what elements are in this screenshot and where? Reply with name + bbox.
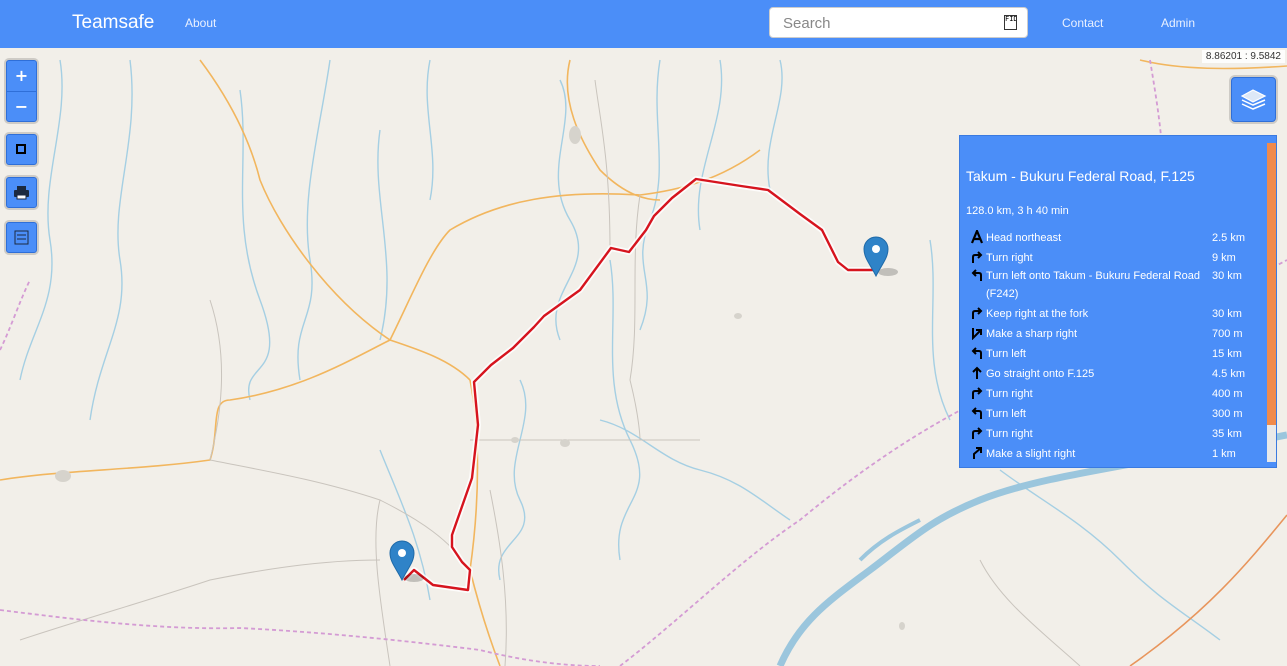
turn-right-icon	[970, 250, 984, 264]
instruction-text: Turn right	[986, 388, 1033, 400]
slight-right-icon	[970, 446, 984, 460]
instruction-text: Turn left	[986, 348, 1026, 360]
route-summary: 128.0 km, 3 h 40 min	[966, 205, 1069, 217]
instruction-text: Go straight onto F.125	[986, 368, 1095, 380]
panel-scrollbar-thumb[interactable]	[1267, 143, 1276, 425]
zoom-in-button[interactable]: +	[7, 61, 36, 91]
turn-right-icon	[970, 386, 984, 400]
instruction-distance: 300 m	[1212, 408, 1243, 420]
zoom-control: + −	[6, 60, 37, 122]
coordinate-readout: 8.86201 : 9.5842	[1201, 50, 1285, 63]
layers-button[interactable]	[1231, 77, 1276, 122]
instruction-distance: 30 km	[1212, 308, 1242, 320]
instruction-text: Turn left onto Takum - Bukuru Federal Ro…	[986, 270, 1200, 300]
turn-left-icon	[970, 406, 984, 420]
instruction-distance: 35 km	[1212, 428, 1242, 440]
nav-contact-link[interactable]: Contact	[1062, 16, 1103, 30]
turn-right-icon	[970, 306, 984, 320]
print-button[interactable]	[6, 177, 37, 208]
instruction-text: Turn left	[986, 408, 1026, 420]
draw-rectangle-button[interactable]	[6, 134, 37, 165]
depart-icon	[970, 228, 984, 244]
instruction-text: Head northeast	[986, 232, 1062, 244]
instruction-text: Make a sharp right	[986, 328, 1078, 340]
nav-admin-link[interactable]: Admin	[1161, 16, 1195, 30]
instruction-distance: 700 m	[1212, 328, 1243, 340]
nav-about-link[interactable]: About	[185, 16, 216, 30]
turn-left-icon	[970, 268, 984, 282]
instruction-text: Make a slight right	[986, 448, 1076, 460]
sharp-right-icon	[970, 326, 984, 341]
search-input[interactable]	[781, 14, 995, 33]
navbar: Teamsafe About FIDB Contact Admin	[0, 0, 1287, 48]
instruction-distance: 30 km	[1212, 270, 1242, 282]
instruction-distance: 9 km	[1212, 252, 1236, 264]
layers-icon	[1240, 89, 1267, 110]
export-icon	[14, 230, 29, 245]
route-title: Takum - Bukuru Federal Road, F.125	[966, 168, 1195, 184]
instruction-row[interactable]: Turn left onto Takum - Bukuru Federal Ro…	[960, 267, 1260, 303]
panel-scrollbar[interactable]	[1267, 143, 1276, 462]
zoom-out-button[interactable]: −	[7, 91, 36, 122]
instruction-distance: 15 km	[1212, 348, 1242, 360]
instruction-text: Turn right	[986, 252, 1033, 264]
export-button[interactable]	[6, 222, 37, 253]
route-instructions-panel: Takum - Bukuru Federal Road, F.125 128.0…	[959, 135, 1277, 468]
instruction-distance: 1 km	[1212, 448, 1236, 460]
rectangle-icon	[16, 144, 26, 154]
search-icon[interactable]: FIDB	[1004, 15, 1017, 30]
brand-logo[interactable]: Teamsafe	[72, 12, 154, 34]
instruction-distance: 400 m	[1212, 388, 1243, 400]
instruction-distance: 2.5 km	[1212, 232, 1246, 244]
printer-icon	[14, 186, 29, 200]
turn-right-icon	[970, 426, 984, 440]
search-box[interactable]: FIDB	[769, 7, 1028, 38]
turn-left-icon	[970, 346, 984, 360]
instruction-distance: 4.5 km	[1212, 368, 1246, 380]
instruction-text: Turn right	[986, 428, 1033, 440]
instruction-text: Keep right at the fork	[986, 308, 1089, 320]
straight-icon	[970, 366, 984, 380]
